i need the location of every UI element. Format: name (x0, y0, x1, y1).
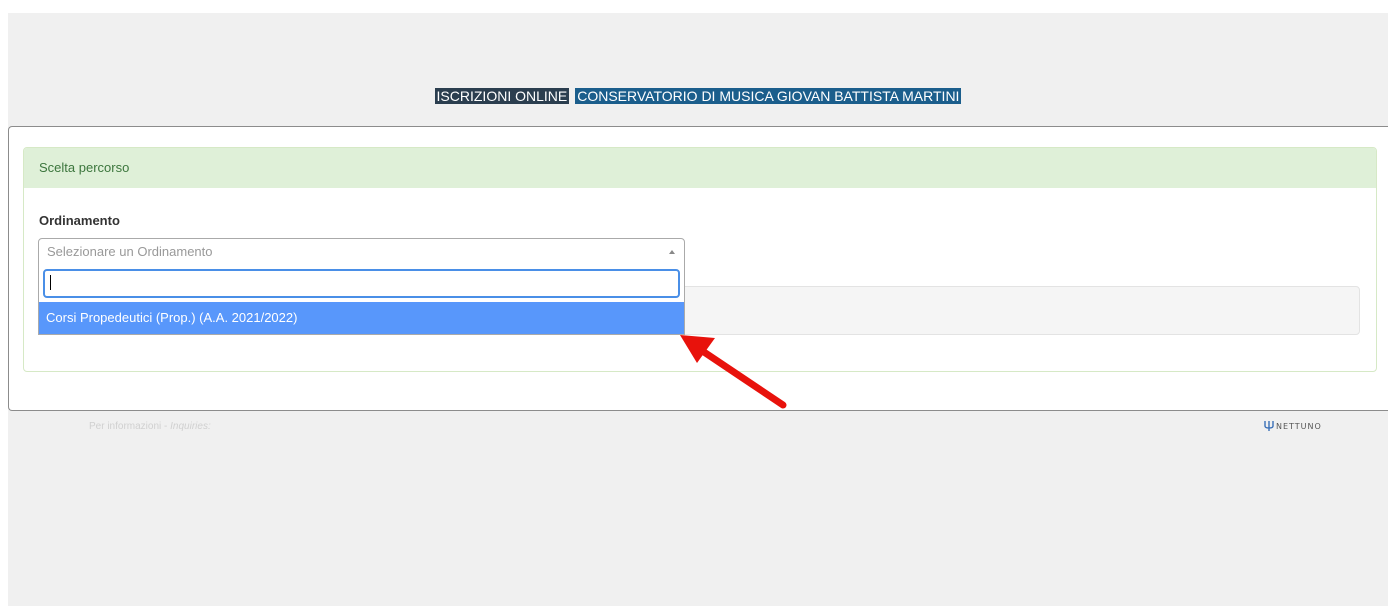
footer-info-italic: Inquiries: (170, 421, 211, 432)
text-caret (50, 275, 51, 290)
nettuno-logo: NETTUNO (1264, 419, 1322, 433)
footer-info-text: Per informazioni - (89, 421, 171, 432)
logo-text: NETTUNO (1276, 421, 1322, 431)
dropdown-option[interactable]: Corsi Propedeutici (Prop.) (A.A. 2021/20… (39, 302, 684, 334)
header-tag-institution: CONSERVATORIO DI MUSICA GIOVAN BATTISTA … (575, 88, 962, 104)
triangle-up-icon (669, 250, 675, 254)
red-arrow-icon (680, 335, 787, 409)
dropdown-search-input[interactable] (43, 269, 680, 298)
select-placeholder: Selezionare un Ordinamento (47, 244, 213, 259)
ordinamento-dropdown: Corsi Propedeutici (Prop.) (A.A. 2021/20… (38, 265, 685, 335)
trident-icon (1264, 421, 1274, 431)
header-tag-iscrizioni: ISCRIZIONI ONLINE (434, 88, 570, 104)
footer-info: Per informazioni - Inquiries: (89, 421, 211, 432)
ordinamento-select[interactable]: Selezionare un Ordinamento (38, 238, 685, 266)
site-header: ISCRIZIONI ONLINE CONSERVATORIO DI MUSICA… (8, 88, 1388, 105)
ordinamento-label: Ordinamento (39, 213, 120, 228)
panel-heading: Scelta percorso (24, 148, 1376, 188)
